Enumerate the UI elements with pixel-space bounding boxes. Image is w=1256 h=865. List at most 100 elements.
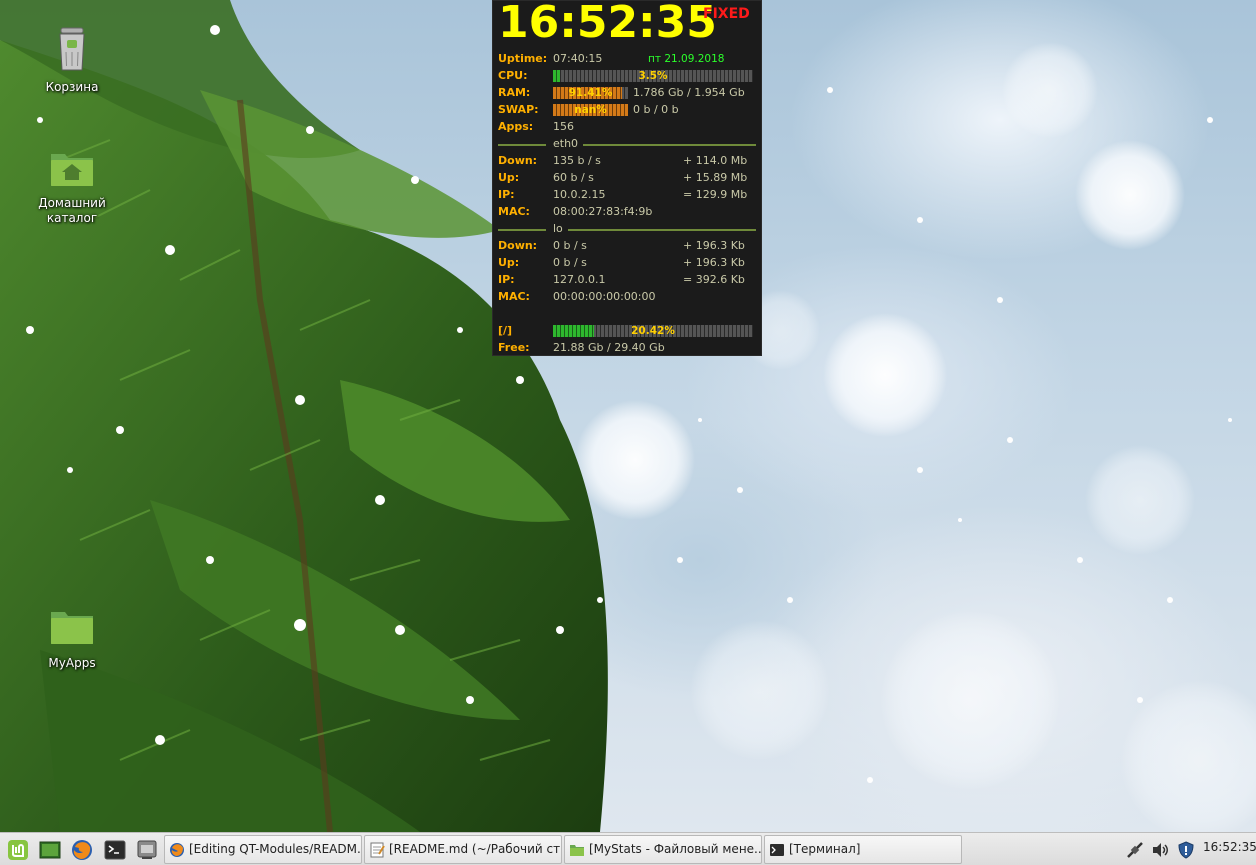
- swap-usage: 0 b / 0 b: [633, 103, 679, 116]
- swap-percent: nan%: [574, 104, 607, 116]
- firefox-launcher[interactable]: [70, 838, 94, 862]
- task-label: [MyStats - Файловый мене...: [589, 842, 762, 856]
- task-label: [README.md (~/Рабочий ст...: [389, 842, 562, 856]
- desktop-icon-myapps[interactable]: MyApps: [27, 608, 117, 671]
- lo-up-row: Up: 0 b / s + 196.3 Kb: [498, 255, 758, 271]
- swap-row: SWAP: nan% 0 b / 0 b: [498, 102, 758, 118]
- shield-icon[interactable]: [1177, 841, 1195, 863]
- uptime-label: Uptime:: [498, 52, 548, 65]
- eth0-name: eth0: [553, 137, 579, 150]
- lo-down-speed: 0 b / s: [553, 239, 587, 252]
- swap-label: SWAP:: [498, 103, 539, 116]
- system-monitor-widget: 16:52:35 FIXED Uptime: 07:40:15 пт 21.09…: [492, 0, 762, 356]
- task-label: [Терминал]: [789, 842, 861, 856]
- eth0-up-total: + 15.89 Mb: [683, 171, 748, 184]
- cpu-bar: 3.5%: [553, 70, 753, 82]
- eth0-up-speed: 60 b / s: [553, 171, 594, 184]
- window-launcher[interactable]: [135, 838, 159, 862]
- terminal-task-icon: [770, 844, 784, 856]
- lo-mac-row: MAC: 00:00:00:00:00:00: [498, 289, 758, 305]
- file-manager-task-icon: [570, 845, 584, 856]
- home-folder-icon: [27, 148, 117, 192]
- eth0-mac-row: MAC: 08:00:27:83:f4:9b: [498, 204, 758, 220]
- eth0-down-speed: 135 b / s: [553, 154, 601, 167]
- eth0-ip: 10.0.2.15: [553, 188, 606, 201]
- date-value: пт 21.09.2018: [648, 53, 725, 65]
- task-button-file-manager[interactable]: [MyStats - Файловый мене...: [564, 835, 762, 864]
- disk-mount-label: [/]: [498, 324, 513, 337]
- lo-down-row: Down: 0 b / s + 196.3 Kb: [498, 238, 758, 254]
- lo-ip-row: IP: 127.0.0.1 = 392.6 Kb: [498, 272, 758, 288]
- task-button-terminal[interactable]: [Терминал]: [764, 835, 962, 864]
- eth0-total: = 129.9 Mb: [683, 188, 748, 201]
- desktop-icon-label: Домашний каталог: [38, 196, 106, 225]
- eth0-up-label: Up:: [498, 171, 520, 184]
- desktop-icon-label: MyApps: [48, 656, 96, 670]
- tray-clock[interactable]: 16:52:35: [1203, 840, 1256, 854]
- firefox-icon: [72, 840, 92, 860]
- apps-count: 156: [553, 120, 574, 133]
- lo-down-total: + 196.3 Kb: [683, 239, 745, 252]
- show-desktop-icon: [39, 841, 61, 859]
- lo-mac-label: MAC:: [498, 290, 530, 303]
- disk-free-label: Free:: [498, 341, 530, 354]
- cpu-row: CPU: 3.5%: [498, 68, 758, 84]
- task-label: [Editing QT-Modules/READM...: [189, 842, 362, 856]
- ram-label: RAM:: [498, 86, 531, 99]
- desktop-icon-home[interactable]: Домашний каталог: [27, 148, 117, 226]
- text-editor-task-icon: [370, 842, 385, 858]
- terminal-launcher[interactable]: [103, 838, 127, 862]
- eth0-down-row: Down: 135 b / s + 114.0 Mb: [498, 153, 758, 169]
- cpu-label: CPU:: [498, 69, 528, 82]
- folder-icon: [27, 608, 117, 652]
- apps-row: Apps: 156: [498, 119, 758, 135]
- show-desktop-button[interactable]: [38, 838, 62, 862]
- taskbar: [Editing QT-Modules/READM... [README.md …: [0, 832, 1256, 865]
- clock: 16:52:35: [498, 0, 717, 48]
- lo-up-speed: 0 b / s: [553, 256, 587, 269]
- desktop-icon-trash[interactable]: Корзина: [27, 24, 117, 95]
- network-icon[interactable]: [1125, 841, 1145, 863]
- status-flag: FIXED: [703, 6, 750, 22]
- lo-up-label: Up:: [498, 256, 520, 269]
- uptime-value: 07:40:15: [553, 52, 603, 65]
- disk-free-value: 21.88 Gb / 29.40 Gb: [553, 341, 665, 354]
- uptime-row: Uptime: 07:40:15 пт 21.09.2018: [498, 51, 758, 67]
- lo-up-total: + 196.3 Kb: [683, 256, 745, 269]
- eth0-ip-label: IP:: [498, 188, 515, 201]
- swap-bar: nan%: [553, 104, 628, 116]
- trash-icon: [27, 24, 117, 76]
- lo-down-label: Down:: [498, 239, 538, 252]
- disk-free-row: Free: 21.88 Gb / 29.40 Gb: [498, 340, 758, 356]
- eth0-down-total: + 114.0 Mb: [683, 154, 748, 167]
- eth0-up-row: Up: 60 b / s + 15.89 Mb: [498, 170, 758, 186]
- mint-menu-button[interactable]: [6, 838, 30, 862]
- task-button-editor[interactable]: [README.md (~/Рабочий ст...: [364, 835, 562, 864]
- eth0-down-label: Down:: [498, 154, 538, 167]
- ram-percent: 91.41%: [568, 87, 613, 99]
- desktop-icon-label: Корзина: [45, 80, 99, 94]
- volume-icon[interactable]: [1151, 841, 1171, 863]
- ram-usage: 1.786 Gb / 1.954 Gb: [633, 86, 745, 99]
- mint-menu-icon: [8, 840, 28, 860]
- eth0-mac: 08:00:27:83:f4:9b: [553, 205, 653, 218]
- apps-label: Apps:: [498, 120, 534, 133]
- terminal-icon: [104, 840, 126, 860]
- lo-separator: lo: [498, 222, 756, 236]
- eth0-ip-row: IP: 10.0.2.15 = 129.9 Mb: [498, 187, 758, 203]
- ram-bar: 91.41%: [553, 87, 628, 99]
- disk-bar: 20.42%: [553, 325, 753, 337]
- lo-ip: 127.0.0.1: [553, 273, 606, 286]
- lo-total: = 392.6 Kb: [683, 273, 745, 286]
- lo-ip-label: IP:: [498, 273, 515, 286]
- disk-percent: 20.42%: [631, 325, 675, 337]
- task-button-browser[interactable]: [Editing QT-Modules/READM...: [164, 835, 362, 864]
- disk-row: [/] 20.42%: [498, 323, 758, 339]
- window-icon: [137, 840, 157, 859]
- lo-mac: 00:00:00:00:00:00: [553, 290, 656, 303]
- cpu-percent: 3.5%: [638, 70, 668, 82]
- eth0-mac-label: MAC:: [498, 205, 530, 218]
- eth0-separator: eth0: [498, 137, 756, 151]
- ram-row: RAM: 91.41% 1.786 Gb / 1.954 Gb: [498, 85, 758, 101]
- lo-name: lo: [553, 222, 563, 235]
